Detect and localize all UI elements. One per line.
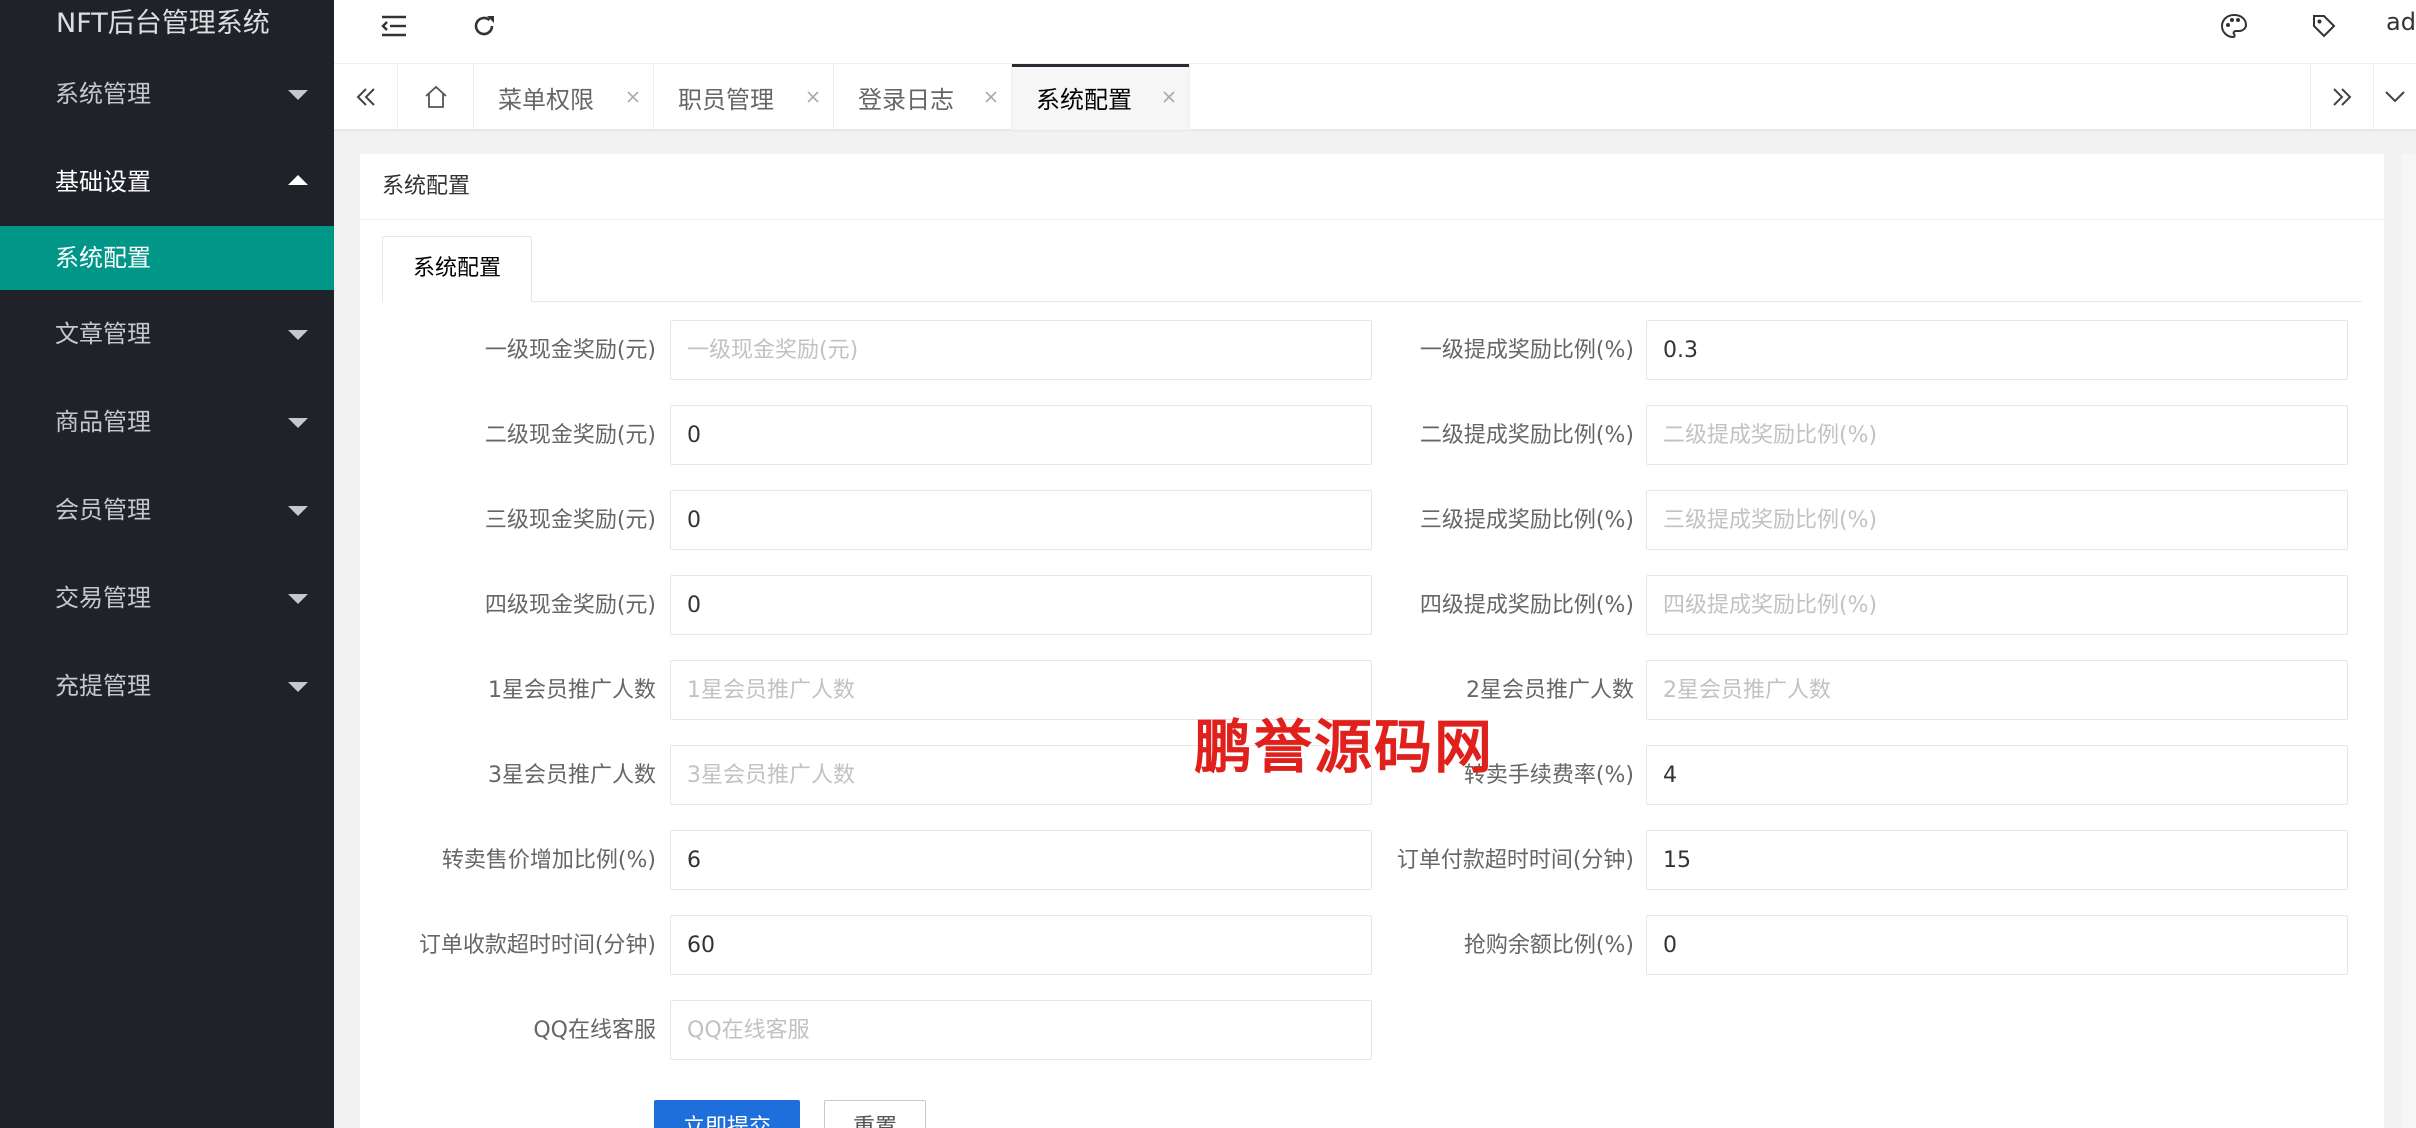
reset-button[interactable]: 重置 <box>824 1100 927 1128</box>
sidebar-item-label: 交易管理 <box>55 584 151 612</box>
caret-down-icon <box>288 418 308 428</box>
form-row: 订单收款超时时间(分钟) 抢购余额比例(%) <box>360 915 2384 977</box>
field-label: QQ在线客服 <box>533 1018 656 1043</box>
close-icon[interactable] <box>1161 89 1177 105</box>
home-icon[interactable] <box>398 64 474 130</box>
submit-button[interactable]: 立即提交 <box>654 1100 801 1128</box>
field-label: 订单收款超时时间(分钟) <box>418 933 656 958</box>
sidebar-item-article-management[interactable]: 文章管理 <box>0 290 334 378</box>
caret-down-icon <box>288 330 308 340</box>
level3-commission-ratio-input[interactable] <box>1646 490 2348 550</box>
close-icon[interactable] <box>805 89 821 105</box>
field-label: 抢购余额比例(%) <box>1463 933 1634 958</box>
palette-icon[interactable] <box>2214 6 2254 46</box>
sidebar-item-label: 商品管理 <box>55 408 151 436</box>
tab-system-config[interactable]: 系统配置 <box>1012 64 1190 130</box>
resale-fee-rate-input[interactable] <box>1646 745 2348 805</box>
sidebar-item-label: 充提管理 <box>55 672 151 700</box>
field-label: 一级现金奖励(元) <box>484 338 656 363</box>
tab-label: 职员管理 <box>678 85 774 114</box>
sidebar-item-deposit-withdraw-management[interactable]: 充提管理 <box>0 642 334 730</box>
star2-referral-count-input[interactable] <box>1646 660 2348 720</box>
field-label: 二级现金奖励(元) <box>484 423 656 448</box>
level4-commission-ratio-input[interactable] <box>1646 575 2348 635</box>
sidebar-item-member-management[interactable]: 会员管理 <box>0 466 334 554</box>
config-card: 系统配置 系统配置 一级现金奖励(元) 一级提成奖励比例(%) 二级现金奖励(元… <box>360 154 2384 1128</box>
tab-menu-permissions[interactable]: 菜单权限 <box>474 64 654 130</box>
tabs-scroll-right-icon[interactable] <box>2310 64 2374 130</box>
flash-sale-balance-ratio-input[interactable] <box>1646 915 2348 975</box>
tab-label: 登录日志 <box>858 85 954 114</box>
sidebar-item-system-management[interactable]: 系统管理 <box>0 50 334 138</box>
form-row: 四级现金奖励(元) 四级提成奖励比例(%) <box>360 575 2384 637</box>
sidebar: NFT后台管理系统 系统管理 基础设置 系统配置 文章管理 商品管理 会员管理 … <box>0 0 334 1128</box>
field-label: 三级提成奖励比例(%) <box>1419 508 1634 533</box>
tab-label: 系统配置 <box>1036 85 1132 114</box>
caret-up-icon <box>288 175 308 185</box>
sidebar-item-label: 系统管理 <box>55 80 151 108</box>
field-label: 三级现金奖励(元) <box>484 508 656 533</box>
page-tabs-bar: 菜单权限 职员管理 登录日志 系统配置 <box>334 64 2416 130</box>
card-title: 系统配置 <box>360 154 2384 220</box>
caret-down-icon <box>288 90 308 100</box>
close-icon[interactable] <box>625 89 641 105</box>
caret-down-icon <box>288 682 308 692</box>
sidebar-item-label: 基础设置 <box>55 168 151 196</box>
watermark-text: 鹏誉源码网 <box>1194 713 1495 781</box>
sidebar-subitem-system-config[interactable]: 系统配置 <box>0 226 334 290</box>
form-row: 一级现金奖励(元) 一级提成奖励比例(%) <box>360 320 2384 382</box>
field-label: 二级提成奖励比例(%) <box>1419 423 1634 448</box>
field-label: 四级提成奖励比例(%) <box>1419 593 1634 618</box>
sidebar-item-trade-management[interactable]: 交易管理 <box>0 554 334 642</box>
tab-label: 菜单权限 <box>498 85 594 114</box>
field-label: 转卖售价增加比例(%) <box>441 848 656 873</box>
top-header: ad <box>334 0 2416 64</box>
level2-commission-ratio-input[interactable] <box>1646 405 2348 465</box>
user-menu[interactable]: ad <box>2386 8 2416 36</box>
chevron-down-icon[interactable] <box>2374 64 2416 130</box>
form-row: QQ在线客服 <box>360 1000 2384 1062</box>
menu-fold-icon[interactable] <box>374 6 414 46</box>
form-row: 转卖售价增加比例(%) 订单付款超时时间(分钟) <box>360 830 2384 892</box>
close-icon[interactable] <box>983 89 999 105</box>
sidebar-submenu-basic-settings: 系统配置 <box>0 226 334 290</box>
caret-down-icon <box>288 594 308 604</box>
tab-staff-management[interactable]: 职员管理 <box>654 64 834 130</box>
field-label: 订单付款超时时间(分钟) <box>1396 848 1634 873</box>
refresh-icon[interactable] <box>464 6 504 46</box>
app-logo-title: NFT后台管理系统 <box>56 8 270 39</box>
field-label: 四级现金奖励(元) <box>484 593 656 618</box>
sidebar-item-label: 文章管理 <box>55 320 151 348</box>
qq-online-support-input[interactable] <box>670 1000 1372 1060</box>
form-row: 三级现金奖励(元) 三级提成奖励比例(%) <box>360 490 2384 552</box>
sidebar-item-product-management[interactable]: 商品管理 <box>0 378 334 466</box>
tag-icon[interactable] <box>2304 6 2344 46</box>
form-row: 二级现金奖励(元) 二级提成奖励比例(%) <box>360 405 2384 467</box>
page-scrollbar[interactable] <box>2402 154 2416 1128</box>
field-label: 1星会员推广人数 <box>488 678 656 703</box>
order-payment-timeout-input[interactable] <box>1646 830 2348 890</box>
caret-down-icon <box>288 506 308 516</box>
sidebar-item-label: 会员管理 <box>55 496 151 524</box>
inner-tab-system-config[interactable]: 系统配置 <box>382 236 532 302</box>
level1-commission-ratio-input[interactable] <box>1646 320 2348 380</box>
sidebar-item-basic-settings[interactable]: 基础设置 <box>0 138 334 226</box>
field-label: 一级提成奖励比例(%) <box>1419 338 1634 363</box>
field-label: 3星会员推广人数 <box>488 763 656 788</box>
tabs-scroll-left-icon[interactable] <box>334 64 398 130</box>
tab-login-log[interactable]: 登录日志 <box>834 64 1012 130</box>
card-inner-tabs: 系统配置 <box>382 236 2362 302</box>
